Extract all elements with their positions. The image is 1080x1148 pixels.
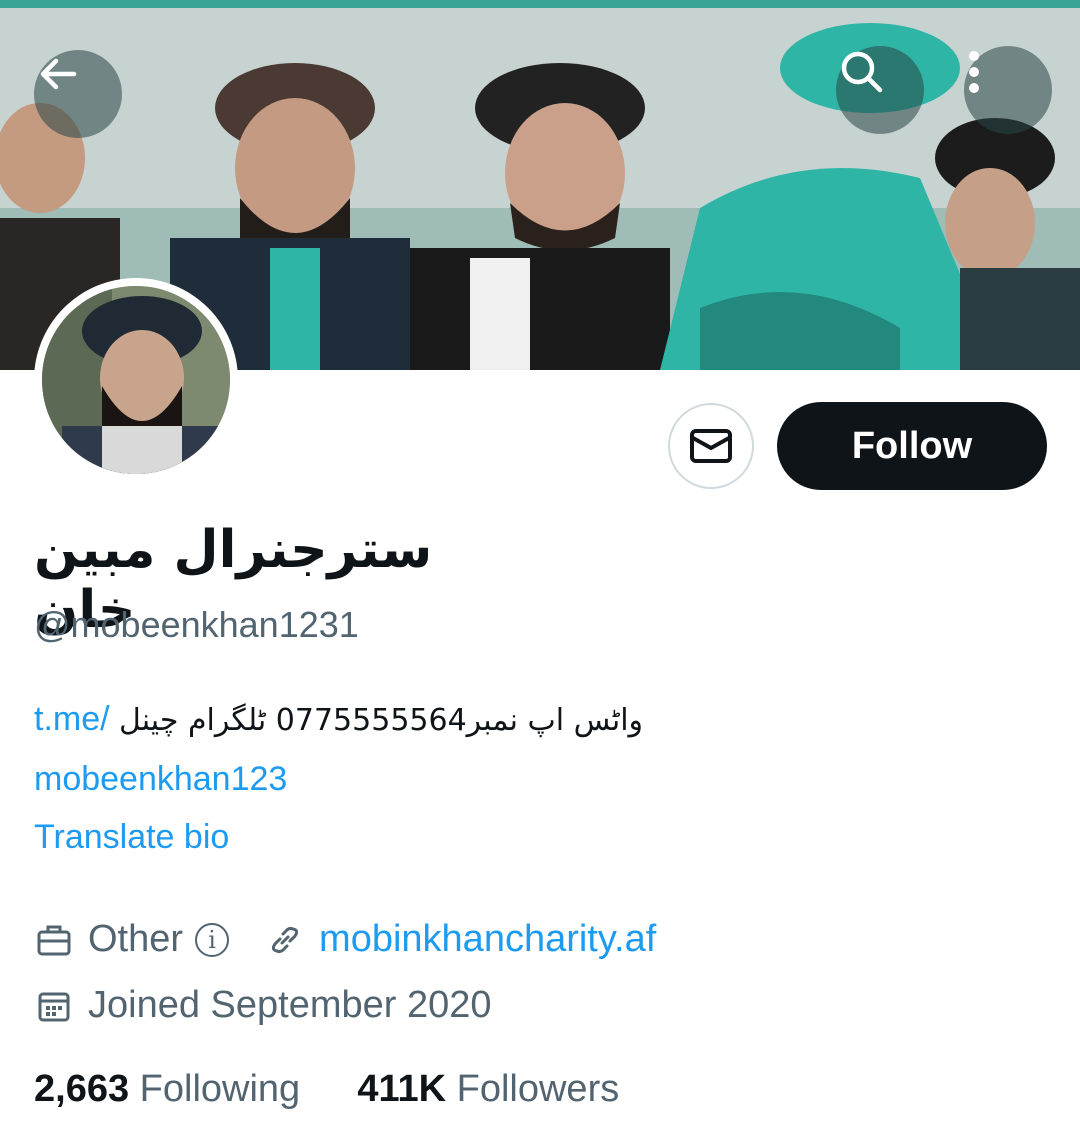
back-button[interactable] bbox=[34, 50, 122, 138]
profile-bio: t.me/ واٹس اپ نمبر0775555564 ٹلگرام چینل… bbox=[34, 690, 1034, 808]
link-icon bbox=[265, 920, 305, 960]
profile-joined-row: Joined September 2020 bbox=[34, 984, 492, 1027]
follow-button[interactable]: Follow bbox=[777, 402, 1047, 490]
profile-handle: @mobeenkhan1231 bbox=[34, 604, 359, 645]
translate-bio-link[interactable]: Translate bio bbox=[34, 818, 229, 857]
following-count: 2,663 bbox=[34, 1068, 130, 1110]
joined-date: Joined September 2020 bbox=[88, 984, 492, 1026]
followers-link[interactable]: 411K Followers bbox=[357, 1068, 619, 1110]
avatar[interactable] bbox=[34, 278, 238, 482]
status-strip bbox=[0, 0, 1080, 8]
follow-stats: 2,663 Following 411K Followers bbox=[34, 1068, 619, 1111]
bio-text: واٹس اپ نمبر0775555564 ٹلگرام چینل bbox=[119, 703, 644, 738]
arrow-left-icon bbox=[40, 58, 77, 90]
calendar-icon bbox=[34, 986, 74, 1026]
more-options-button[interactable] bbox=[964, 46, 1052, 134]
followers-count: 411K bbox=[357, 1068, 447, 1110]
followers-label: Followers bbox=[456, 1068, 620, 1110]
bio-link[interactable]: t.me/ bbox=[34, 700, 110, 738]
info-icon[interactable]: i bbox=[195, 922, 230, 957]
following-link[interactable]: 2,663 Following bbox=[34, 1068, 311, 1110]
message-button[interactable] bbox=[668, 403, 754, 489]
following-label: Following bbox=[139, 1068, 301, 1110]
profile-category: Other bbox=[88, 918, 184, 960]
avatar-image bbox=[42, 286, 230, 474]
search-icon bbox=[841, 51, 883, 93]
search-button[interactable] bbox=[836, 46, 924, 134]
website-link[interactable]: mobinkhancharity.af bbox=[319, 918, 656, 961]
bio-link-continued[interactable]: mobeenkhan123 bbox=[34, 760, 287, 798]
more-vertical-icon bbox=[969, 51, 979, 93]
profile-meta-row: Other i mobinkhancharity.af bbox=[34, 918, 656, 961]
envelope-icon bbox=[690, 429, 732, 463]
briefcase-icon bbox=[34, 920, 74, 960]
